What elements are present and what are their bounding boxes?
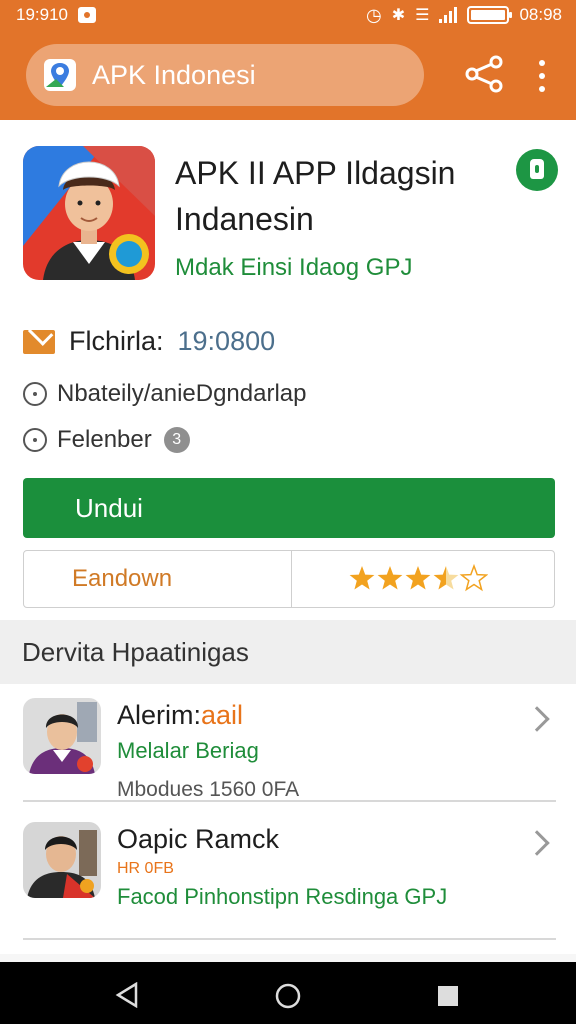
maps-pin-icon [44, 59, 76, 91]
divider [23, 800, 556, 802]
meta-row-primary: Flchirla: 19:0800 [23, 326, 275, 357]
rating-stars[interactable] [292, 551, 554, 607]
secondary-actions: Eandown [23, 550, 555, 608]
home-icon[interactable] [274, 982, 302, 1010]
download-button[interactable]: Eandown [24, 551, 292, 607]
status-time-right: 08:98 [519, 5, 562, 24]
developer-name[interactable]: Mdak Einsi Idaog GPJ [175, 254, 412, 282]
verified-shield-icon[interactable] [516, 149, 558, 191]
list-item[interactable]: Oapic Ramck HR 0FB Facod Pinhonstipn Res… [0, 810, 576, 940]
star-icon[interactable] [377, 566, 403, 590]
chevron-right-icon[interactable] [524, 830, 550, 856]
meta-row-tertiary: Felenber 3 [23, 426, 190, 454]
meta-line3: Felenber [57, 426, 152, 453]
app-title: APK II APP Ildagsin Indanesin [175, 155, 456, 237]
avatar [23, 698, 101, 774]
item-title: Alerim:aail [117, 700, 244, 730]
app-icon [23, 146, 155, 280]
install-button[interactable]: Undui [23, 478, 555, 538]
meta-line2: Nbateily/anieDgndarlap [57, 380, 307, 407]
back-icon[interactable] [114, 982, 140, 1008]
list-item-peek [0, 954, 576, 962]
item-subtitle: Melalar Beriag [117, 738, 259, 763]
status-bar: 19:910 ◷ ✱ ☰ 08:98 [0, 0, 576, 30]
bluetooth-icon: ✱ [391, 7, 406, 24]
item-title: Oapic Ramck [117, 824, 280, 854]
mail-icon [23, 329, 55, 354]
share-icon[interactable] [462, 54, 506, 94]
star-icon[interactable] [459, 564, 488, 592]
recents-icon[interactable] [436, 984, 460, 1008]
meta-label: Flchirla: [69, 326, 164, 356]
search-bar[interactable]: APK Indonesi [26, 44, 424, 106]
list-item[interactable]: Alerim:aail Melalar Beriag Mbodues 1560 … [0, 686, 576, 816]
avatar [23, 822, 101, 898]
chevron-right-icon[interactable] [524, 706, 550, 732]
star-icon[interactable] [433, 566, 459, 590]
star-icon[interactable] [405, 566, 431, 590]
notification-icon [78, 7, 96, 23]
clock-icon [23, 382, 47, 406]
wifi-icon: ☰ [415, 7, 430, 24]
meta-value: 19:0800 [177, 326, 276, 356]
signal-icon [439, 7, 458, 23]
battery-icon [467, 6, 513, 24]
search-text: APK Indonesi [92, 59, 256, 90]
item-tag: HR 0FB [117, 860, 174, 877]
alarm-icon: ◷ [365, 4, 382, 25]
meta-row-secondary: Nbateily/anieDgndarlap [23, 380, 307, 408]
item-subtitle: Facod Pinhonstipn Resdinga GPJ [117, 884, 448, 909]
star-icon[interactable] [349, 566, 375, 590]
item-meta: Mbodues 1560 0FA [117, 778, 300, 801]
count-badge: 3 [163, 427, 190, 453]
divider [23, 938, 556, 940]
status-time: 19:910 [16, 5, 68, 24]
section-header: Dervita Hpaatinigas [0, 620, 576, 684]
app-toolbar: APK Indonesi [0, 30, 576, 120]
overflow-menu-icon[interactable] [532, 56, 552, 96]
refresh-icon [23, 428, 47, 452]
navigation-bar [0, 962, 576, 1024]
